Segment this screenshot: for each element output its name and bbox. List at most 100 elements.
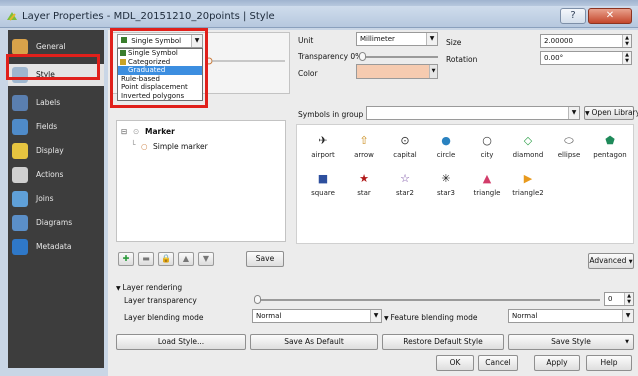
symbol-square[interactable]: ■ square <box>301 169 345 209</box>
feature-blending-label: ▼ Feature blending mode <box>384 313 477 322</box>
load-style-button[interactable]: Load Style... <box>116 334 246 350</box>
size-spinbox[interactable]: 2.00000 ▲ ▼ <box>540 34 632 48</box>
transparency-label: Transparency 0% <box>298 52 363 61</box>
sidebar-item-fields[interactable]: Fields <box>8 116 104 138</box>
symbol-layer-tree: ⊟ ⊙ Marker └ ○ Simple marker <box>116 120 286 242</box>
pentagon-icon: ⬟ <box>605 134 615 147</box>
symbol-name: airport <box>311 151 335 159</box>
symbol-name: square <box>311 189 335 197</box>
tree-child-simple-marker[interactable]: Simple marker <box>153 142 208 151</box>
symbol-circle[interactable]: ● circle <box>424 131 468 171</box>
symbol-star[interactable]: ★ star <box>342 169 386 209</box>
layer-transparency-slider[interactable] <box>256 299 600 301</box>
sidebar: General Style Labels Fields Display Actions Jo… <box>8 30 104 368</box>
open-library-label: Open Library <box>591 108 638 117</box>
symbol-star2[interactable]: ☆ star2 <box>383 169 427 209</box>
layer-blending-select[interactable]: Normal ▼ <box>252 309 382 323</box>
sidebar-item-label: Diagrams <box>36 218 73 227</box>
color-picker-button[interactable]: ▼ <box>356 64 438 79</box>
gear-icon <box>12 167 28 183</box>
sidebar-item-labels[interactable]: Labels <box>8 92 104 114</box>
move-down-button[interactable]: ▼ <box>198 252 214 266</box>
symbol-diamond[interactable]: ◇ diamond <box>506 131 550 171</box>
sidebar-item-label: Metadata <box>36 242 72 251</box>
sidebar-item-label: Actions <box>36 170 64 179</box>
symbol-name: triangle <box>473 189 501 197</box>
wrench-icon <box>12 39 28 55</box>
unit-select[interactable]: Millimeter ▼ <box>356 32 438 46</box>
sidebar-item-label: General <box>36 42 66 51</box>
sidebar-item-diagrams[interactable]: Diagrams <box>8 212 104 234</box>
symbol-city[interactable]: ○ city <box>465 131 509 171</box>
layer-rendering-title: Layer rendering <box>122 283 183 292</box>
chevron-down-icon: ▼ <box>625 339 629 345</box>
add-layer-button[interactable]: ✚ <box>118 252 134 266</box>
sidebar-item-label: Joins <box>36 194 54 203</box>
save-style-label: Save Style <box>551 337 591 346</box>
apply-button[interactable]: Apply <box>534 355 580 371</box>
layer-transparency-spinbox[interactable]: 0 ▲ ▼ <box>604 292 634 306</box>
cancel-button[interactable]: Cancel <box>478 355 518 371</box>
move-up-button[interactable]: ▲ <box>178 252 194 266</box>
highlight-box-style <box>6 54 100 80</box>
collapse-icon[interactable]: ⊟ <box>121 127 127 136</box>
symbol-name: arrow <box>354 151 374 159</box>
chevron-down-icon: ▼ <box>568 107 579 119</box>
lock-layer-button[interactable]: 🔒 <box>158 252 174 266</box>
help-title-button[interactable]: ? <box>560 8 586 24</box>
open-library-button[interactable]: ▼ Open Library <box>584 106 638 120</box>
help-button[interactable]: Help <box>586 355 632 371</box>
triangle2-icon: ▶ <box>523 172 533 185</box>
feature-blending-select[interactable]: Normal ▼ <box>508 309 634 323</box>
symbol-ellipse[interactable]: ⬭ ellipse <box>547 131 591 171</box>
symbol-arrow[interactable]: ⇧ arrow <box>342 131 386 171</box>
layer-transparency-handle[interactable] <box>254 295 261 304</box>
arrow-icon: ⇧ <box>359 134 369 147</box>
transparency-slider[interactable] <box>360 56 438 58</box>
sidebar-item-joins[interactable]: Joins <box>8 188 104 210</box>
symbol-capital[interactable]: ⊙ capital <box>383 131 427 171</box>
unit-label: Unit <box>298 36 314 45</box>
symbol-name: capital <box>393 151 417 159</box>
marker-icon: ⊙ <box>133 127 140 136</box>
sidebar-item-label: Labels <box>36 98 61 107</box>
advanced-label: Advanced <box>589 256 627 265</box>
symbol-group-select[interactable]: ▼ <box>366 106 580 120</box>
chevron-down-icon: ▼ <box>429 65 437 78</box>
symbol-name: ellipse <box>557 151 581 159</box>
layer-rendering-header[interactable]: ▼ Layer rendering <box>116 283 182 292</box>
ok-button[interactable]: OK <box>436 355 474 371</box>
symbol-airport[interactable]: ✈ airport <box>301 131 345 171</box>
symbol-name: circle <box>436 151 456 159</box>
star3-icon: ✳ <box>441 172 451 185</box>
tree-root-marker[interactable]: Marker <box>145 127 175 136</box>
sidebar-item-actions[interactable]: Actions <box>8 164 104 186</box>
symbol-triangle[interactable]: ▲ triangle <box>465 169 509 209</box>
layer-blending-value: Normal <box>256 312 282 320</box>
sidebar-item-display[interactable]: Display <box>8 140 104 162</box>
capital-icon: ⊙ <box>400 134 410 147</box>
size-label: Size <box>446 38 462 47</box>
transparency-slider-handle[interactable] <box>359 52 366 61</box>
symbol-name: star <box>357 189 371 197</box>
close-window-button[interactable]: ✕ <box>588 8 632 24</box>
feature-blending-value: Normal <box>512 312 538 320</box>
symbol-pentagon[interactable]: ⬟ pentagon <box>588 131 632 171</box>
save-symbol-button[interactable]: Save <box>246 251 284 267</box>
chevron-down-icon: ▼ <box>370 310 381 322</box>
symbol-triangle2[interactable]: ▶ triangle2 <box>506 169 550 209</box>
qgis-logo-icon <box>7 12 17 21</box>
star2-icon: ☆ <box>400 172 410 185</box>
rotation-spinbox[interactable]: 0.00° ▲ ▼ <box>540 51 632 65</box>
save-as-default-button[interactable]: Save As Default <box>250 334 378 350</box>
restore-default-style-button[interactable]: Restore Default Style <box>382 334 504 350</box>
remove-layer-button[interactable]: ▬ <box>138 252 154 266</box>
symbol-name: triangle2 <box>512 189 544 197</box>
advanced-button[interactable]: Advanced ▼ <box>588 253 634 269</box>
sidebar-item-metadata[interactable]: Metadata <box>8 236 104 258</box>
save-style-button[interactable]: Save Style ▼ <box>508 334 634 350</box>
tree-branch-line: └ <box>131 140 136 149</box>
symbol-star3[interactable]: ✳ star3 <box>424 169 468 209</box>
simple-marker-icon: ○ <box>141 142 148 151</box>
star-icon: ★ <box>359 172 369 185</box>
